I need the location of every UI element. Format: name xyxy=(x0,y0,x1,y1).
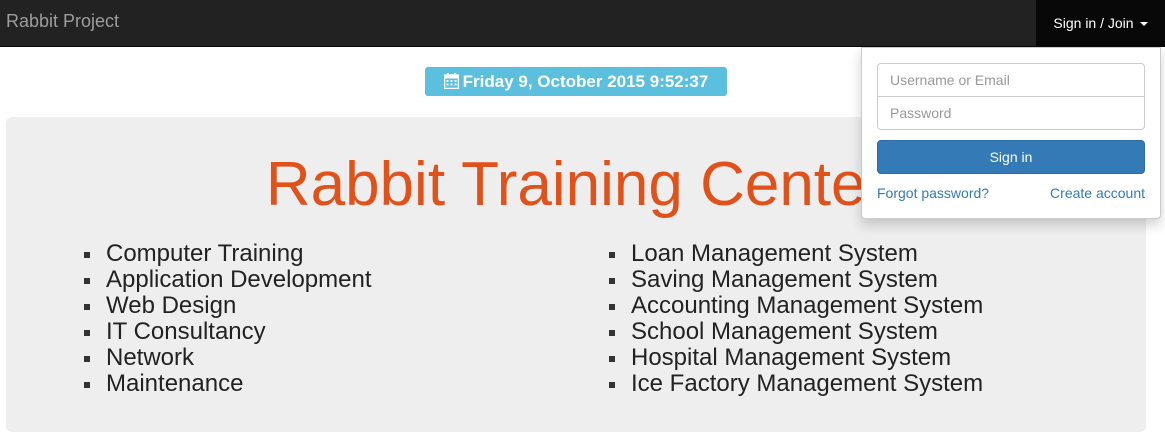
list-item: School Management System xyxy=(609,319,983,345)
list-item: Web Design xyxy=(84,293,372,319)
list-item: Loan Management System xyxy=(609,241,983,267)
forgot-password-link[interactable]: Forgot password? xyxy=(877,185,989,201)
caret-down-icon xyxy=(1139,22,1148,27)
signin-join-toggle[interactable]: Sign in / Join xyxy=(1036,0,1165,47)
login-input-group xyxy=(877,63,1145,130)
services-list: Computer Training Application Developmen… xyxy=(84,241,372,397)
signin-join-label: Sign in / Join xyxy=(1053,15,1134,31)
signin-button[interactable]: Sign in xyxy=(877,140,1145,174)
list-item: Saving Management System xyxy=(609,267,983,293)
calendar-icon xyxy=(443,69,459,98)
login-dropdown: Sign in Forgot password? Create account xyxy=(861,47,1161,219)
list-item: Accounting Management System xyxy=(609,293,983,319)
list-item: Ice Factory Management System xyxy=(609,371,983,397)
username-input[interactable] xyxy=(877,63,1145,97)
list-item: Maintenance xyxy=(84,371,372,397)
systems-list: Loan Management System Saving Management… xyxy=(609,241,983,397)
list-item: Hospital Management System xyxy=(609,345,983,371)
list-item: IT Consultancy xyxy=(84,319,372,345)
navbar: Rabbit Project Sign in / Join xyxy=(0,0,1165,47)
list-item: Application Development xyxy=(84,267,372,293)
brand-link[interactable]: Rabbit Project xyxy=(6,11,119,31)
list-item: Network xyxy=(84,345,372,371)
date-time-label: Friday 9, October 2015 9:52:37 xyxy=(425,67,727,96)
date-time-text: Friday 9, October 2015 9:52:37 xyxy=(462,72,709,91)
create-account-link[interactable]: Create account xyxy=(1050,185,1145,201)
password-input[interactable] xyxy=(877,96,1145,130)
list-item: Computer Training xyxy=(84,241,372,267)
